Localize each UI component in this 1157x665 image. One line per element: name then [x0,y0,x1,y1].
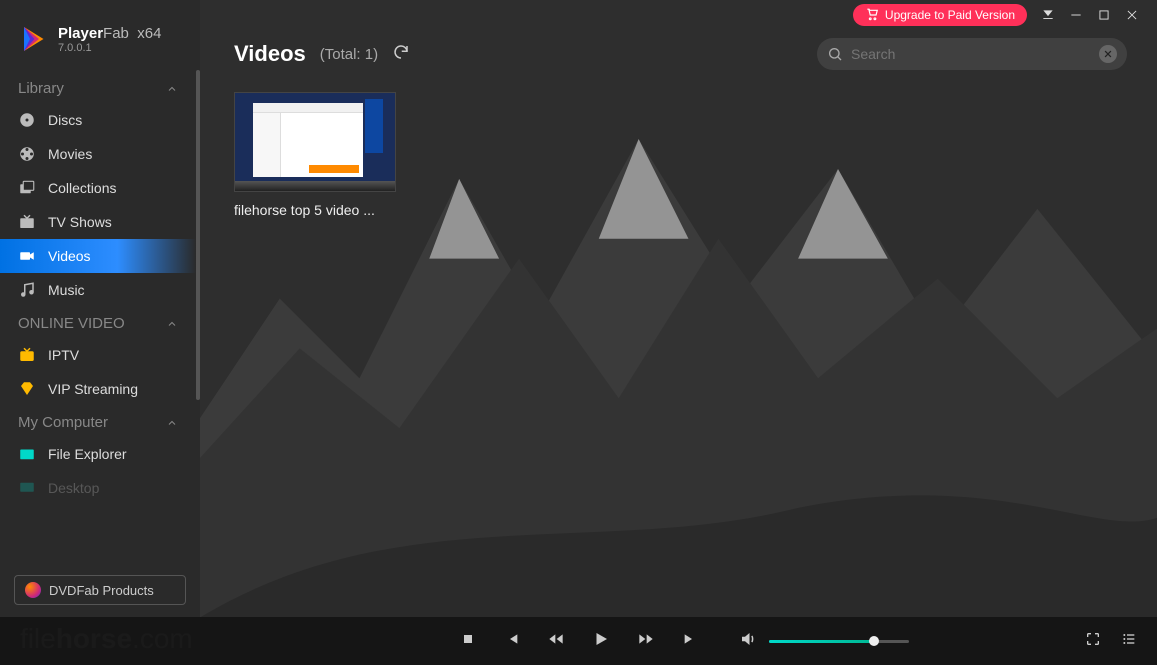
dvdfab-products-button[interactable]: DVDFab Products [14,575,186,605]
search-icon [827,46,843,62]
section-library[interactable]: Library [0,66,196,103]
close-button[interactable] [1125,8,1139,22]
volume-icon [739,630,757,648]
chevron-up-icon [166,318,178,330]
sidebar-item-label: Movies [48,146,92,162]
sidebar-item-label: Discs [48,112,82,128]
section-label: ONLINE VIDEO [18,315,125,332]
volume-fill [769,640,874,643]
sidebar-item-discs[interactable]: Discs [0,103,196,137]
fast-forward-button[interactable] [638,631,654,652]
dropdown-button[interactable] [1041,8,1055,22]
sidebar-item-label: Desktop [48,480,99,496]
sidebar-scrollbar[interactable] [196,70,200,400]
disc-icon [18,111,36,129]
video-thumbnail [234,92,396,192]
minimize-button[interactable] [1069,8,1083,22]
refresh-icon [392,43,410,61]
sidebar-item-collections[interactable]: Collections [0,171,196,205]
sidebar-item-label: Videos [48,248,91,264]
main-area: Videos (Total: 1) filehorse top 5 [200,0,1157,617]
chevron-up-icon [166,417,178,429]
sidebar-item-desktop[interactable]: Desktop [0,471,196,505]
sidebar-item-tvshows[interactable]: TV Shows [0,205,196,239]
next-button[interactable] [682,631,698,652]
search-input[interactable] [851,46,1091,62]
tv-icon [18,213,36,231]
sidebar: PlayerFab x64 7.0.0.1 Library Discs Movi… [0,0,200,617]
volume-slider[interactable] [769,640,909,643]
volume-knob[interactable] [869,636,879,646]
app-logo-icon [18,24,48,54]
film-reel-icon [18,145,36,163]
page-title: Videos [234,41,306,67]
rewind-icon [548,631,564,647]
brand: PlayerFab x64 7.0.0.1 [0,0,200,66]
skip-previous-icon [504,631,520,647]
player-bar [0,617,1157,665]
sidebar-item-label: TV Shows [48,214,112,230]
sidebar-item-file-explorer[interactable]: File Explorer [0,437,196,471]
stop-button[interactable] [460,631,476,652]
diamond-icon [18,380,36,398]
maximize-button[interactable] [1097,8,1111,22]
play-button[interactable] [592,630,610,653]
collections-icon [18,179,36,197]
chevron-up-icon [166,83,178,95]
music-note-icon [18,281,36,299]
main-header: Videos (Total: 1) [234,38,1127,70]
page-count: (Total: 1) [320,46,378,63]
cart-icon [865,8,879,22]
playlist-icon [1121,631,1137,647]
app-version: 7.0.0.1 [58,42,161,54]
fullscreen-button[interactable] [1085,631,1101,652]
sidebar-item-vip-streaming[interactable]: VIP Streaming [0,372,196,406]
fullscreen-icon [1085,631,1101,647]
sidebar-item-iptv[interactable]: IPTV [0,338,196,372]
video-title: filehorse top 5 video ... [234,202,396,218]
fast-forward-icon [638,631,654,647]
section-online-video[interactable]: ONLINE VIDEO [0,307,196,338]
sidebar-item-label: Music [48,282,85,298]
dvdfab-logo-icon [25,582,41,598]
sidebar-item-label: Collections [48,180,116,196]
sidebar-item-music[interactable]: Music [0,273,196,307]
playlist-button[interactable] [1121,631,1137,652]
skip-next-icon [682,631,698,647]
sidebar-item-videos[interactable]: Videos [0,239,196,273]
upgrade-label: Upgrade to Paid Version [885,8,1015,22]
upgrade-button[interactable]: Upgrade to Paid Version [853,4,1027,26]
volume-button[interactable] [739,630,757,653]
play-icon [592,630,610,648]
video-camera-icon [18,247,36,265]
stop-icon [460,631,476,647]
section-my-computer[interactable]: My Computer [0,406,196,437]
sidebar-item-movies[interactable]: Movies [0,137,196,171]
refresh-button[interactable] [392,43,410,66]
clear-search-button[interactable] [1099,45,1117,63]
sidebar-item-label: IPTV [48,347,79,363]
desktop-icon [18,479,36,497]
previous-button[interactable] [504,631,520,652]
section-label: Library [18,80,64,97]
titlebar: Upgrade to Paid Version [853,0,1157,30]
close-icon [1103,49,1113,59]
folder-icon [18,445,36,463]
iptv-icon [18,346,36,364]
footer-label: DVDFab Products [49,583,154,598]
video-card[interactable]: filehorse top 5 video ... [234,92,396,218]
section-label: My Computer [18,414,108,431]
app-name: PlayerFab x64 [58,25,161,42]
search-box[interactable] [817,38,1127,70]
sidebar-item-label: File Explorer [48,446,127,462]
rewind-button[interactable] [548,631,564,652]
sidebar-item-label: VIP Streaming [48,381,138,397]
